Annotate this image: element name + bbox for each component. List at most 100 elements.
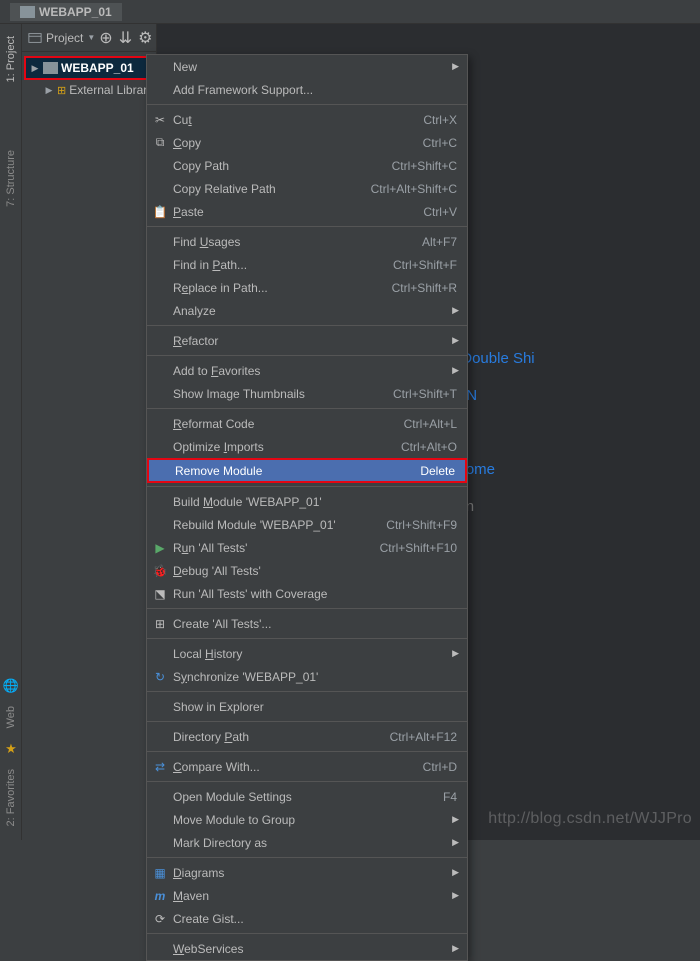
menu-item-find-in-path[interactable]: Find in Path... Ctrl+Shift+F	[147, 253, 467, 276]
menu-item-label: Move Module to Group	[173, 813, 295, 827]
menu-item-cut[interactable]: ✂CutCtrl+X	[147, 108, 467, 131]
menu-separator	[147, 721, 467, 722]
submenu-arrow-icon: ▶	[452, 648, 459, 659]
menu-item-open-module-settings[interactable]: Open Module SettingsF4	[147, 785, 467, 808]
menu-item-new[interactable]: New▶	[147, 55, 467, 78]
project-panel: Project ▼ ⊕ ⇊ ⚙ ⇥ ▶ WEBAPP_01 ▶ ⊞ Extern…	[22, 24, 157, 840]
menu-item-shortcut: Ctrl+Alt+O	[401, 440, 457, 454]
menu-item-shortcut: Ctrl+Alt+F12	[390, 730, 457, 744]
menu-item-optimize-imports[interactable]: Optimize Imports Ctrl+Alt+O	[147, 435, 467, 458]
menu-item-add-framework-support[interactable]: Add Framework Support...	[147, 78, 467, 101]
menu-item-label: Add Framework Support...	[173, 83, 313, 97]
menu-item-shortcut: Ctrl+V	[423, 205, 457, 219]
menu-item-build-module-webapp-01[interactable]: Build Module 'WEBAPP_01'	[147, 490, 467, 513]
submenu-arrow-icon: ▶	[452, 305, 459, 316]
menu-item-replace-in-path[interactable]: Replace in Path...Ctrl+Shift+R	[147, 276, 467, 299]
menu-separator	[147, 608, 467, 609]
menu-item-create-all-tests[interactable]: ⊞ Create 'All Tests'...	[147, 612, 467, 635]
menu-item-maven[interactable]: mMaven▶	[147, 884, 467, 907]
menu-item-mark-directory-as[interactable]: Mark Directory as ▶	[147, 831, 467, 854]
menu-item-reformat-code[interactable]: Reformat CodeCtrl+Alt+L	[147, 412, 467, 435]
menu-item-label: Run 'All Tests'	[173, 541, 247, 555]
menu-item-label: Show in Explorer	[173, 700, 264, 714]
star-icon: ★	[5, 741, 17, 757]
project-tab[interactable]: WEBAPP_01	[10, 3, 122, 21]
tool-strip-favorites[interactable]: 2: Favorites	[5, 763, 17, 832]
menu-item-shortcut: Alt+F7	[422, 235, 457, 249]
menu-item-label: Run 'All Tests' with Coverage	[173, 587, 327, 601]
menu-item-label: Create 'All Tests'...	[173, 617, 271, 631]
menu-separator	[147, 751, 467, 752]
menu-item-add-to-favorites[interactable]: Add to Favorites▶	[147, 359, 467, 382]
menu-item-show-image-thumbnails[interactable]: Show Image ThumbnailsCtrl+Shift+T	[147, 382, 467, 405]
menu-separator	[147, 781, 467, 782]
menu-item-copy[interactable]: ⧉CopyCtrl+C	[147, 131, 467, 154]
panel-header-title[interactable]: Project ▼	[28, 31, 95, 45]
submenu-arrow-icon: ▶	[452, 837, 459, 848]
menu-item-label: Mark Directory as	[173, 836, 267, 850]
menu-item-synchronize-webapp-01[interactable]: ↻Synchronize 'WEBAPP_01'	[147, 665, 467, 688]
menu-item-webservices[interactable]: WebServices▶	[147, 937, 467, 960]
expand-arrow-icon[interactable]: ▶	[44, 85, 54, 96]
menu-item-copy-relative-path[interactable]: Copy Relative PathCtrl+Alt+Shift+C	[147, 177, 467, 200]
tree-node-label: WEBAPP_01	[61, 61, 134, 75]
menu-item-label: Find in Path...	[173, 258, 247, 272]
coverage-icon: ⬔	[152, 586, 168, 602]
cut-icon: ✂	[152, 112, 168, 128]
menu-item-move-module-to-group[interactable]: Move Module to Group ▶	[147, 808, 467, 831]
submenu-arrow-icon: ▶	[452, 335, 459, 346]
tool-strip-project[interactable]: 1: Project	[5, 30, 17, 88]
menu-item-label: Optimize Imports	[173, 440, 264, 454]
debug-icon: 🐞	[152, 563, 168, 579]
gear-icon[interactable]: ⚙	[138, 28, 152, 48]
menu-item-run-all-tests-with-coverage[interactable]: ⬔ Run 'All Tests' with Coverage	[147, 582, 467, 605]
menu-item-compare-with[interactable]: ⇄Compare With...Ctrl+D	[147, 755, 467, 778]
menu-item-run-all-tests[interactable]: ▶Run 'All Tests'Ctrl+Shift+F10	[147, 536, 467, 559]
module-icon	[43, 62, 58, 74]
tab-bar: WEBAPP_01	[0, 0, 700, 24]
menu-item-label: Copy Relative Path	[173, 182, 276, 196]
menu-item-shortcut: Ctrl+D	[423, 760, 457, 774]
menu-item-local-history[interactable]: Local History▶	[147, 642, 467, 665]
diagram-icon: ▦	[152, 865, 168, 881]
menu-separator	[147, 104, 467, 105]
menu-item-find-usages[interactable]: Find UsagesAlt+F7	[147, 230, 467, 253]
sync-icon: ↻	[152, 669, 168, 685]
tree-node-webapp[interactable]: ▶ WEBAPP_01	[24, 56, 154, 80]
menu-item-shortcut: Ctrl+Shift+T	[393, 387, 457, 401]
tool-strip-web[interactable]: Web	[5, 700, 17, 734]
expand-arrow-icon[interactable]: ▶	[30, 63, 40, 74]
folder-icon	[20, 6, 35, 18]
menu-item-analyze[interactable]: Analyze▶	[147, 299, 467, 322]
run-icon: ▶	[152, 540, 168, 556]
menu-item-diagrams[interactable]: ▦Diagrams▶	[147, 861, 467, 884]
menu-item-label: Replace in Path...	[173, 281, 268, 295]
tool-strip-structure[interactable]: 7: Structure	[5, 144, 17, 213]
menu-item-refactor[interactable]: Refactor▶	[147, 329, 467, 352]
menu-separator	[147, 691, 467, 692]
menu-item-paste[interactable]: 📋PasteCtrl+V	[147, 200, 467, 223]
menu-item-label: Cut	[173, 113, 192, 127]
menu-item-copy-path[interactable]: Copy PathCtrl+Shift+C	[147, 154, 467, 177]
menu-item-debug-all-tests[interactable]: 🐞Debug 'All Tests'	[147, 559, 467, 582]
create-run-icon: ⊞	[152, 616, 168, 632]
menu-item-label: Create Gist...	[173, 912, 244, 926]
menu-item-label: New	[173, 60, 197, 74]
menu-item-show-in-explorer[interactable]: Show in Explorer	[147, 695, 467, 718]
collapse-icon[interactable]: ⇊	[119, 28, 132, 48]
menu-separator	[147, 408, 467, 409]
menu-separator	[147, 325, 467, 326]
project-panel-title-text: Project	[46, 31, 83, 45]
target-icon[interactable]: ⊕	[99, 28, 112, 48]
submenu-arrow-icon: ▶	[452, 890, 459, 901]
menu-item-label: WebServices	[173, 942, 243, 956]
tree-node-external-libs[interactable]: ▶ ⊞ External Librar	[24, 80, 154, 100]
menu-item-rebuild-module-webapp-01[interactable]: Rebuild Module 'WEBAPP_01'Ctrl+Shift+F9	[147, 513, 467, 536]
menu-item-remove-module[interactable]: Remove ModuleDelete	[147, 458, 467, 483]
menu-item-create-gist[interactable]: ⟳Create Gist...	[147, 907, 467, 930]
submenu-arrow-icon: ▶	[452, 814, 459, 825]
menu-item-shortcut: Ctrl+Alt+L	[404, 417, 457, 431]
context-menu: New▶Add Framework Support...✂CutCtrl+X⧉C…	[146, 54, 468, 961]
menu-item-shortcut: Ctrl+Shift+F	[393, 258, 457, 272]
menu-item-directory-path[interactable]: Directory PathCtrl+Alt+F12	[147, 725, 467, 748]
